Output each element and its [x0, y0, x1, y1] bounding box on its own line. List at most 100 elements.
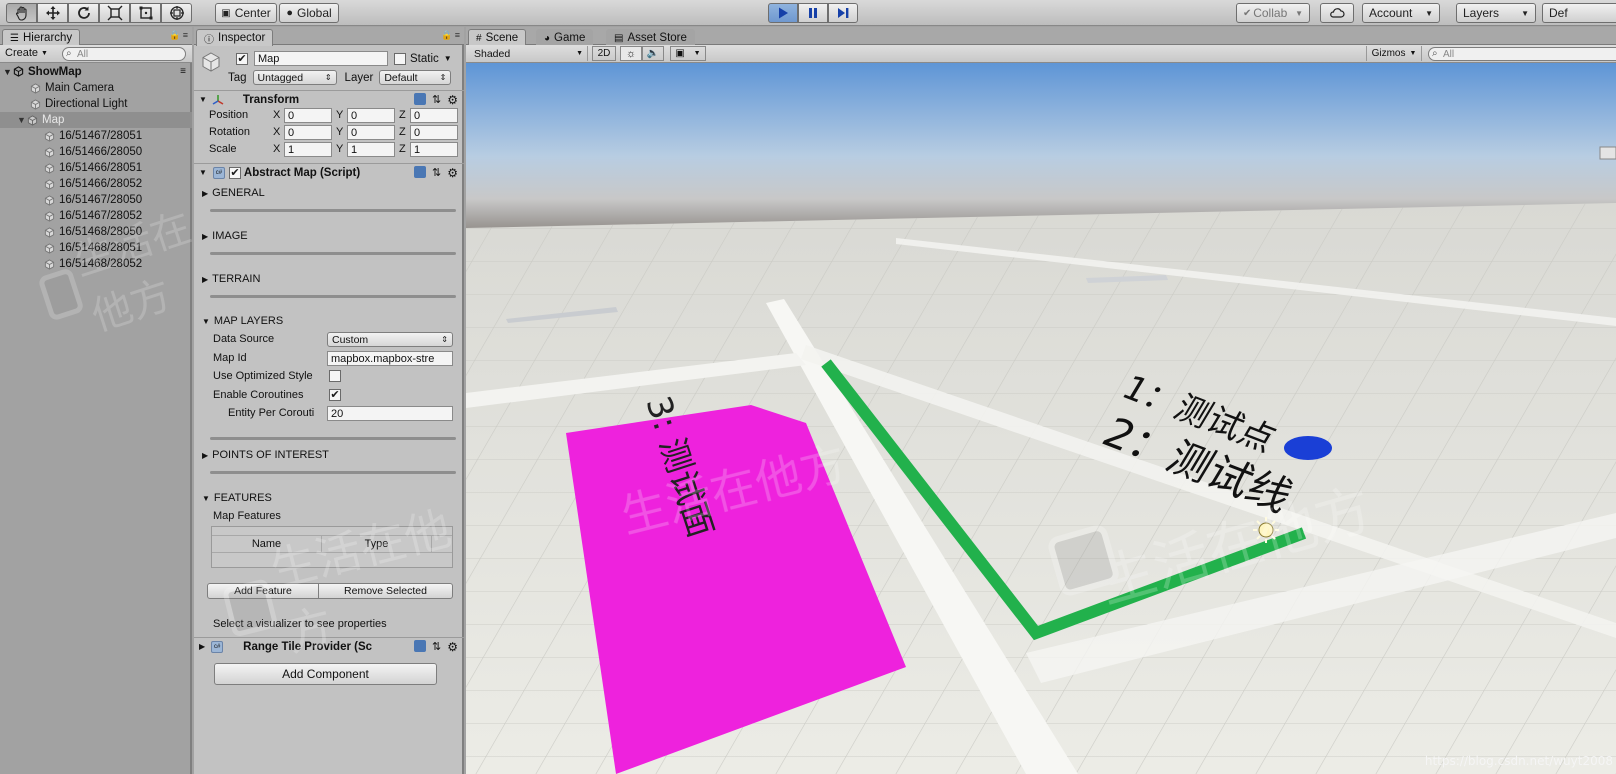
scene-root[interactable]: ▼ ShowMap ≡: [0, 63, 192, 80]
rotation-z-field[interactable]: 0: [410, 125, 458, 140]
scene-lighting-toggle[interactable]: ☼: [620, 46, 642, 61]
active-checkbox[interactable]: ✔: [236, 52, 248, 65]
gizmos-dropdown[interactable]: Gizmos ▼: [1366, 46, 1422, 61]
scene-effects-dropdown[interactable]: ▣ ▼: [670, 46, 706, 61]
hierarchy-item-tile[interactable]: 16/51467/28051: [0, 128, 192, 144]
hierarchy-item-tile[interactable]: 16/51468/28050: [0, 224, 192, 240]
rotation-x-field[interactable]: 0: [284, 125, 332, 140]
script-enabled-checkbox[interactable]: ✔: [228, 166, 241, 179]
optimized-style-checkbox[interactable]: [329, 370, 341, 382]
pivot-center-toggle[interactable]: ▣ Center: [215, 3, 277, 23]
scene-menu-icon[interactable]: ≡: [180, 66, 186, 77]
range-tile-header[interactable]: ▶ c# Range Tile Provider (Sc ⇅ ⚙: [194, 637, 464, 655]
preset-icon[interactable]: ⇅: [432, 640, 441, 654]
scale-z-value: 1: [414, 143, 421, 156]
column-name-header[interactable]: Name: [212, 536, 322, 552]
transform-header[interactable]: ▼ Transform ⇅ ⚙: [194, 90, 464, 108]
gear-icon[interactable]: ⚙: [447, 640, 458, 654]
section-map-layers[interactable]: ▼ MAP LAYERS: [202, 315, 283, 327]
hierarchy-item-directional-light[interactable]: Directional Light: [0, 96, 192, 112]
pause-button[interactable]: [798, 3, 828, 23]
create-dropdown[interactable]: Create ▼: [5, 47, 48, 59]
section-general-label: GENERAL: [212, 187, 265, 199]
map-id-field[interactable]: mapbox.mapbox-stre: [327, 351, 453, 366]
panel-lock-menu[interactable]: 🔒 ≡: [441, 30, 460, 41]
hierarchy-item-tile[interactable]: 16/51466/28052: [0, 176, 192, 192]
add-component-button[interactable]: Add Component: [214, 663, 437, 685]
position-z-value: 0: [414, 109, 421, 122]
scale-x-field[interactable]: 1: [284, 142, 332, 157]
tab-hierarchy[interactable]: ☰ Hierarchy: [2, 29, 81, 46]
rect-tool-button[interactable]: [130, 3, 161, 23]
section-poi[interactable]: ▶ POINTS OF INTEREST: [202, 449, 329, 461]
layer-dropdown[interactable]: Default ⇕: [379, 70, 452, 85]
tab-game[interactable]: ◕ Game: [536, 29, 594, 46]
section-terrain[interactable]: ▶ TERRAIN: [202, 273, 260, 285]
tab-inspector[interactable]: ⓘ Inspector: [196, 29, 274, 46]
gear-icon[interactable]: ⚙: [447, 166, 458, 180]
hierarchy-item-main-camera[interactable]: Main Camera: [0, 80, 192, 96]
hierarchy-item-tile[interactable]: 16/51467/28050: [0, 192, 192, 208]
static-checkbox[interactable]: [394, 52, 406, 65]
move-tool-button[interactable]: [37, 3, 68, 23]
rotate-tool-button[interactable]: [68, 3, 99, 23]
hand-tool-button[interactable]: [6, 3, 37, 23]
help-book-icon[interactable]: [414, 93, 427, 105]
data-source-dropdown[interactable]: Custom ⇕: [327, 332, 453, 347]
entity-per-coroutine-field[interactable]: 20: [327, 406, 453, 421]
tab-scene[interactable]: # Scene: [468, 29, 527, 46]
step-button[interactable]: [828, 3, 858, 23]
remove-selected-button[interactable]: Remove Selected: [318, 583, 453, 599]
collab-dropdown[interactable]: ✔ Collab ▼: [1236, 3, 1310, 23]
panel-lock-menu[interactable]: 🔒 ≡: [169, 30, 188, 41]
layers-dropdown[interactable]: Layers ▼: [1456, 3, 1536, 23]
cloud-button[interactable]: [1320, 3, 1354, 23]
account-dropdown[interactable]: Account ▼: [1362, 3, 1440, 23]
point-feature[interactable]: [1284, 436, 1332, 460]
space-global-toggle[interactable]: ● Global: [279, 3, 339, 23]
chevron-down-icon[interactable]: ▼: [444, 54, 452, 63]
hierarchy-item-tile[interactable]: 16/51467/28052: [0, 208, 192, 224]
play-icon: [779, 7, 788, 19]
preset-icon[interactable]: ⇅: [432, 93, 441, 107]
section-image[interactable]: ▶ IMAGE: [202, 230, 248, 242]
shading-mode-dropdown[interactable]: Shaded ▼: [470, 46, 588, 61]
help-book-icon[interactable]: [414, 166, 427, 178]
help-book-icon[interactable]: [414, 640, 427, 652]
scene-audio-toggle[interactable]: 🔈: [642, 46, 664, 61]
tab-asset-store[interactable]: ▤ Asset Store: [606, 29, 695, 46]
scale-tool-button[interactable]: [99, 3, 130, 23]
rotation-y-field[interactable]: 0: [347, 125, 395, 140]
hierarchy-item-tile[interactable]: 16/51468/28052: [0, 256, 192, 272]
rotation-y-value: 0: [351, 126, 358, 139]
hierarchy-item-tile[interactable]: 16/51468/28051: [0, 240, 192, 256]
hierarchy-item-tile[interactable]: 16/51466/28051: [0, 160, 192, 176]
column-type-header[interactable]: Type: [322, 536, 432, 552]
position-y-field[interactable]: 0: [347, 108, 395, 123]
toggle-2d-button[interactable]: 2D: [592, 46, 616, 61]
scene-render[interactable]: 3: 测试面 1：测试点 2：测试线 生活在他方 生活在他方 https://b…: [466, 63, 1616, 774]
tag-dropdown[interactable]: Untagged ⇕: [252, 70, 337, 85]
scale-y-field[interactable]: 1: [347, 142, 395, 157]
hierarchy-search-input[interactable]: ⌕ All: [62, 47, 186, 61]
object-name-field[interactable]: Map: [254, 51, 388, 66]
preset-icon[interactable]: ⇅: [432, 166, 441, 180]
position-x-field[interactable]: 0: [284, 108, 332, 123]
position-z-field[interactable]: 0: [410, 108, 458, 123]
scale-z-field[interactable]: 1: [410, 142, 458, 157]
play-button[interactable]: [768, 3, 798, 23]
scene-search-input[interactable]: ⌕ All: [1428, 47, 1616, 61]
hierarchy-item-tile[interactable]: 16/51466/28050: [0, 144, 192, 160]
hierarchy-item-map[interactable]: ▼ Map: [0, 112, 192, 128]
abstract-map-header[interactable]: ▼ c# ✔ Abstract Map (Script) ⇅ ⚙: [194, 163, 464, 181]
scene-viewport[interactable]: 3: 测试面 1：测试点 2：测试线 生活在他方 生活在他方 https://b…: [466, 63, 1616, 774]
layout-dropdown[interactable]: Def: [1542, 3, 1616, 23]
section-general[interactable]: ▶ GENERAL: [202, 187, 265, 199]
coroutines-checkbox[interactable]: ✔: [329, 389, 341, 401]
section-features[interactable]: ▼ FEATURES: [202, 492, 272, 504]
gear-icon[interactable]: ⚙: [447, 93, 458, 107]
camera-gizmo-icon[interactable]: [1599, 146, 1616, 160]
add-feature-button[interactable]: Add Feature: [207, 583, 319, 599]
section-divider: [210, 209, 456, 212]
transform-tool-button[interactable]: [161, 3, 192, 23]
